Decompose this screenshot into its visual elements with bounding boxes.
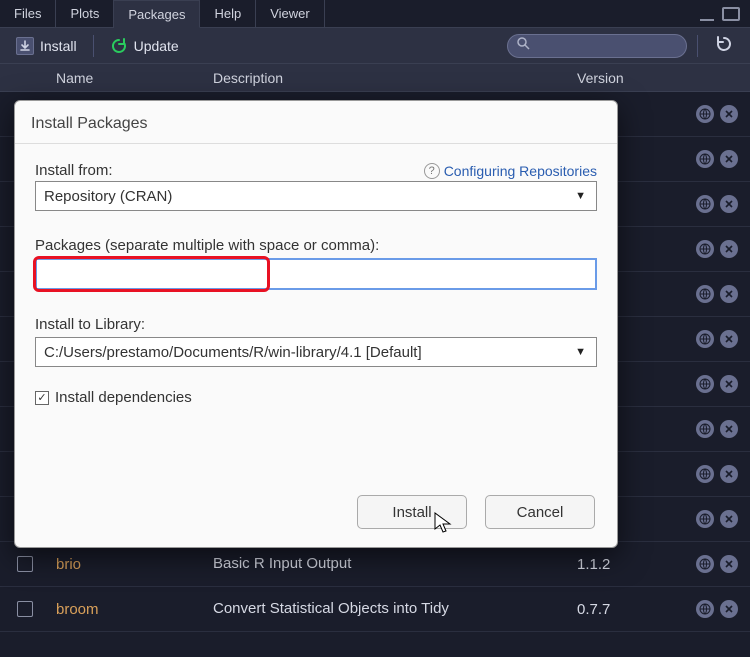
maximize-pane-icon[interactable] bbox=[722, 7, 740, 21]
install-to-library-value: C:/Users/prestamo/Documents/R/win-librar… bbox=[44, 344, 422, 361]
web-icon[interactable] bbox=[696, 600, 714, 618]
package-checkbox[interactable] bbox=[17, 556, 33, 572]
pane-tabs: Files Plots Packages Help Viewer bbox=[0, 0, 750, 28]
tab-plots[interactable]: Plots bbox=[56, 0, 114, 28]
remove-icon[interactable] bbox=[720, 600, 738, 618]
web-icon[interactable] bbox=[696, 330, 714, 348]
packages-input[interactable] bbox=[35, 258, 597, 290]
packages-toolbar: Install Update bbox=[0, 28, 750, 64]
toolbar-separator bbox=[93, 35, 94, 57]
update-icon bbox=[110, 37, 128, 55]
update-button[interactable]: Update bbox=[104, 35, 185, 57]
refresh-icon bbox=[714, 34, 734, 57]
install-dependencies-label: Install dependencies bbox=[55, 389, 192, 406]
install-packages-dialog: Install Packages Install from: ? Configu… bbox=[14, 100, 618, 548]
web-icon[interactable] bbox=[696, 420, 714, 438]
dialog-title: Install Packages bbox=[15, 101, 617, 144]
remove-icon[interactable] bbox=[720, 420, 738, 438]
install-to-library-label: Install to Library: bbox=[35, 316, 597, 333]
package-name[interactable]: brio bbox=[50, 556, 205, 573]
remove-icon[interactable] bbox=[720, 330, 738, 348]
web-icon[interactable] bbox=[696, 375, 714, 393]
tab-packages[interactable]: Packages bbox=[114, 0, 200, 28]
tab-help[interactable]: Help bbox=[200, 0, 256, 28]
web-icon[interactable] bbox=[696, 150, 714, 168]
col-version[interactable]: Version bbox=[577, 70, 750, 86]
remove-icon[interactable] bbox=[720, 195, 738, 213]
toolbar-separator bbox=[697, 35, 698, 57]
col-description[interactable]: Description bbox=[205, 70, 577, 86]
configuring-repositories-link[interactable]: ? Configuring Repositories bbox=[424, 163, 597, 179]
tab-viewer[interactable]: Viewer bbox=[256, 0, 325, 28]
web-icon[interactable] bbox=[696, 465, 714, 483]
web-icon[interactable] bbox=[696, 555, 714, 573]
web-icon[interactable] bbox=[696, 510, 714, 528]
web-icon[interactable] bbox=[696, 240, 714, 258]
install-button[interactable]: Install bbox=[10, 35, 83, 57]
refresh-button[interactable] bbox=[708, 32, 740, 59]
package-checkbox[interactable] bbox=[17, 601, 33, 617]
packages-input-label: Packages (separate multiple with space o… bbox=[35, 237, 597, 254]
package-version: 1.1.2 bbox=[577, 556, 677, 573]
configuring-repositories-label: Configuring Repositories bbox=[444, 163, 597, 179]
web-icon[interactable] bbox=[696, 195, 714, 213]
install-confirm-button[interactable]: Install bbox=[357, 495, 467, 529]
package-name[interactable]: broom bbox=[50, 601, 205, 618]
install-icon bbox=[16, 37, 34, 55]
tab-files[interactable]: Files bbox=[0, 0, 56, 28]
minimize-pane-icon[interactable] bbox=[698, 7, 716, 21]
package-row: broomConvert Statistical Objects into Ti… bbox=[0, 587, 750, 632]
remove-icon[interactable] bbox=[720, 240, 738, 258]
remove-icon[interactable] bbox=[720, 555, 738, 573]
remove-icon[interactable] bbox=[720, 465, 738, 483]
install-button-label: Install bbox=[40, 38, 77, 54]
remove-icon[interactable] bbox=[720, 150, 738, 168]
remove-icon[interactable] bbox=[720, 105, 738, 123]
remove-icon[interactable] bbox=[720, 510, 738, 528]
package-description: Basic R Input Output bbox=[205, 555, 577, 574]
install-from-select[interactable]: Repository (CRAN) bbox=[35, 181, 597, 211]
web-icon[interactable] bbox=[696, 285, 714, 303]
col-name[interactable]: Name bbox=[50, 70, 205, 86]
remove-icon[interactable] bbox=[720, 375, 738, 393]
packages-column-header: Name Description Version bbox=[0, 64, 750, 92]
package-row: brioBasic R Input Output1.1.2 bbox=[0, 542, 750, 587]
search-input[interactable] bbox=[507, 34, 687, 58]
pane-window-controls bbox=[698, 7, 750, 21]
cancel-button[interactable]: Cancel bbox=[485, 495, 595, 529]
search-icon bbox=[516, 36, 530, 55]
help-icon: ? bbox=[424, 163, 440, 179]
package-version: 0.7.7 bbox=[577, 601, 677, 618]
install-to-library-select[interactable]: C:/Users/prestamo/Documents/R/win-librar… bbox=[35, 337, 597, 367]
install-from-label: Install from: bbox=[35, 162, 113, 179]
install-dependencies-checkbox[interactable]: ✓ bbox=[35, 391, 49, 405]
web-icon[interactable] bbox=[696, 105, 714, 123]
package-description: Convert Statistical Objects into Tidy bbox=[205, 600, 577, 619]
install-from-value: Repository (CRAN) bbox=[44, 188, 172, 205]
remove-icon[interactable] bbox=[720, 285, 738, 303]
update-button-label: Update bbox=[134, 38, 179, 54]
